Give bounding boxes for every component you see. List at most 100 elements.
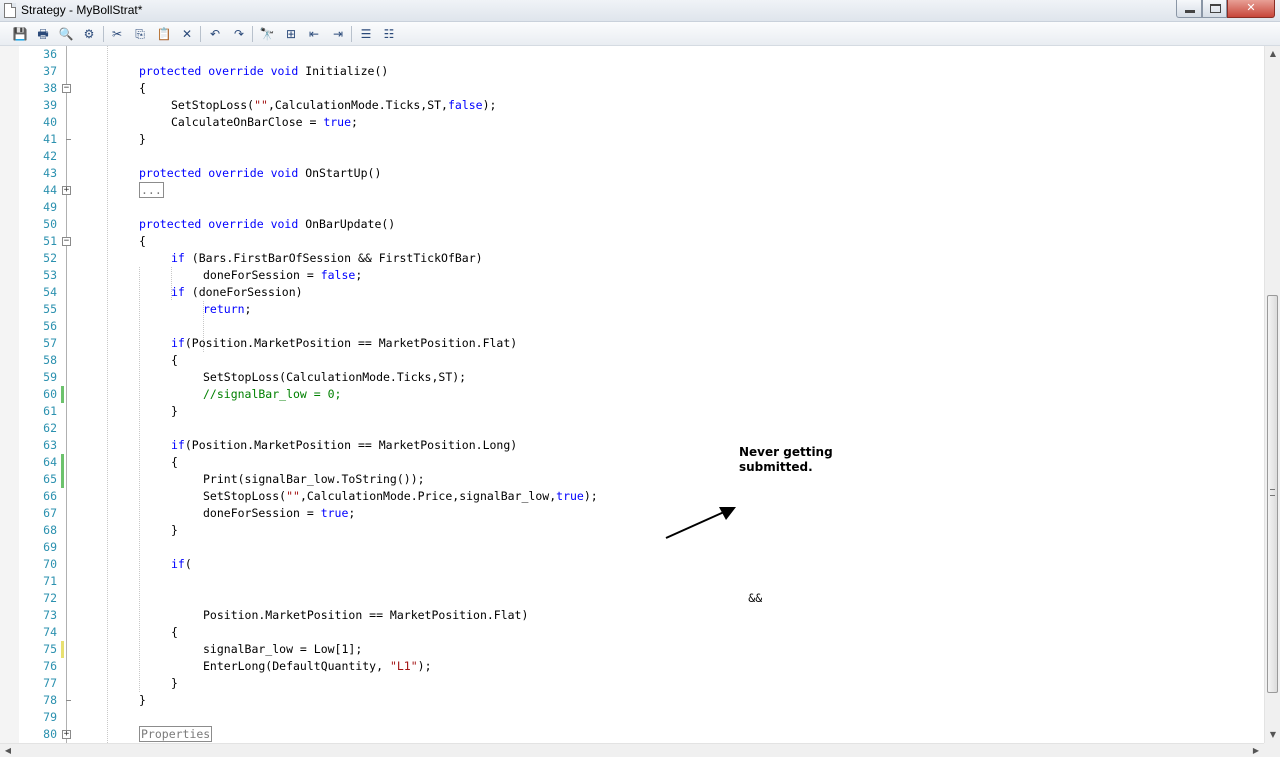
print-icon[interactable]: 🖶: [35, 26, 51, 42]
collapsed-region[interactable]: ...: [139, 182, 164, 198]
scroll-right-icon[interactable]: ▶: [1248, 744, 1264, 757]
code-line[interactable]: 62: [0, 420, 1264, 437]
code-token: if: [171, 251, 185, 265]
code-line[interactable]: 44 +...: [0, 182, 1264, 199]
paste-icon[interactable]: 📋: [156, 26, 172, 42]
code-line[interactable]: 77}: [0, 675, 1264, 692]
code-line[interactable]: 79: [0, 709, 1264, 726]
redo-icon[interactable]: ↷: [231, 26, 247, 42]
print-preview-icon[interactable]: 🔍: [58, 26, 74, 42]
code-line[interactable]: 70 if(: [0, 556, 1264, 573]
code-text: Properties: [139, 726, 213, 743]
code-line[interactable]: 75 signalBar_low = Low[1];: [0, 641, 1264, 658]
cut-icon[interactable]: ✂: [109, 26, 125, 42]
scroll-down-icon[interactable]: ▼: [1265, 727, 1280, 743]
code-line[interactable]: 41}: [0, 131, 1264, 148]
code-line[interactable]: 74 {: [0, 624, 1264, 641]
code-token: ;: [244, 302, 252, 316]
collapse-icon[interactable]: −: [62, 237, 71, 246]
line-number: 74: [43, 625, 57, 639]
code-line[interactable]: 40 CalculateOnBarClose = true;: [0, 114, 1264, 131]
code-line[interactable]: 65 Print(signalBar_low.ToString());: [0, 471, 1264, 488]
collapsed-region[interactable]: Properties: [139, 726, 213, 742]
code-line[interactable]: 76 EnterLong(DefaultQuantity, "L1");: [0, 658, 1264, 675]
code-token: Position.MarketPosition == MarketPositio…: [203, 608, 529, 622]
code-text: //signalBar_low = 0;: [203, 386, 341, 403]
code-line[interactable]: 39 SetStopLoss("",CalculationMode.Ticks,S…: [0, 97, 1264, 114]
code-line[interactable]: 72 &&: [0, 590, 1264, 607]
expand-icon[interactable]: +: [62, 730, 71, 739]
code-line[interactable]: 59 SetStopLoss(CalculationMode.Ticks,ST);: [0, 369, 1264, 386]
code-line[interactable]: 37 protected override void Initialize(): [0, 63, 1264, 80]
code-editor[interactable]: 36 37 protected override void Initialize()…: [0, 46, 1264, 743]
code-text: protected override void OnBarUpdate(): [139, 216, 395, 233]
code-line[interactable]: 63 if(Position.MarketPosition == MarketPo…: [0, 437, 1264, 454]
code-line[interactable]: 52 if (Bars.FirstBarOfSession && FirstTic…: [0, 250, 1264, 267]
line-number: 71: [43, 574, 57, 588]
scroll-up-icon[interactable]: ▲: [1265, 46, 1280, 62]
toolbar-separator: [351, 26, 352, 42]
find-replace-icon[interactable]: ⊞: [283, 26, 299, 42]
code-line[interactable]: 42: [0, 148, 1264, 165]
comment-icon[interactable]: ☰: [358, 26, 374, 42]
code-line[interactable]: 50 protected override void OnBarUpdate(): [0, 216, 1264, 233]
minimize-button[interactable]: [1176, 0, 1202, 18]
code-line[interactable]: 69: [0, 539, 1264, 556]
code-line[interactable]: 57 if(Position.MarketPosition == MarketPo…: [0, 335, 1264, 352]
find-icon[interactable]: 🔭: [259, 26, 275, 42]
code-token: &&: [139, 591, 763, 605]
code-line[interactable]: 55 return;: [0, 301, 1264, 318]
code-line[interactable]: 67 doneForSession = true;: [0, 505, 1264, 522]
vertical-scrollbar[interactable]: ▲ ▼: [1264, 46, 1280, 743]
code-line[interactable]: 78}: [0, 692, 1264, 709]
outdent-icon[interactable]: ⇤: [306, 26, 322, 42]
line-number: 76: [43, 659, 57, 673]
vertical-scroll-thumb[interactable]: [1267, 295, 1278, 693]
code-line[interactable]: 54 if (doneForSession): [0, 284, 1264, 301]
code-line[interactable]: 64 {: [0, 454, 1264, 471]
code-text: if (Bars.FirstBarOfSession && FirstTickO…: [171, 250, 483, 267]
copy-icon[interactable]: ⎘: [132, 26, 148, 42]
code-line[interactable]: 58 {: [0, 352, 1264, 369]
code-line[interactable]: 38− {: [0, 80, 1264, 97]
maximize-button[interactable]: [1202, 0, 1227, 18]
code-token: void: [270, 166, 299, 180]
code-line[interactable]: 68}: [0, 522, 1264, 539]
code-line[interactable]: 56: [0, 318, 1264, 335]
code-line[interactable]: 60 //signalBar_low = 0;: [0, 386, 1264, 403]
page-setup-icon[interactable]: ⚙: [81, 26, 97, 42]
code-token: }: [171, 523, 178, 537]
code-line[interactable]: 49: [0, 199, 1264, 216]
uncomment-icon[interactable]: ☷: [381, 26, 397, 42]
scroll-left-icon[interactable]: ◀: [0, 744, 16, 757]
undo-icon[interactable]: ↶: [207, 26, 223, 42]
indent-icon[interactable]: ⇥: [330, 26, 346, 42]
code-token: SetStopLoss(: [203, 489, 287, 503]
code-line[interactable]: 43 protected override void OnStartUp(): [0, 165, 1264, 182]
code-line[interactable]: 61}: [0, 403, 1264, 420]
close-button[interactable]: ✕: [1227, 0, 1275, 18]
code-line[interactable]: 66 SetStopLoss("",CalculationMode.Price,s…: [0, 488, 1264, 505]
expand-icon[interactable]: +: [62, 186, 71, 195]
code-line[interactable]: 36: [0, 46, 1264, 63]
code-text: if(Position.MarketPosition == MarketPosi…: [171, 335, 517, 352]
code-text: if(Position.MarketPosition == MarketPosi…: [171, 437, 517, 454]
annotation-note: Never getting submitted.: [739, 445, 849, 475]
code-line[interactable]: 71: [0, 573, 1264, 590]
horizontal-scrollbar[interactable]: ◀ ▶: [0, 743, 1264, 757]
save-icon[interactable]: 💾: [12, 26, 28, 42]
delete-icon[interactable]: ✕: [179, 26, 195, 42]
line-number: 42: [43, 149, 57, 163]
line-number: 38: [43, 81, 57, 95]
code-token: true: [323, 115, 352, 129]
code-line[interactable]: 73 Position.MarketPosition == MarketPosit…: [0, 607, 1264, 624]
code-line[interactable]: 80 + Properties: [0, 726, 1264, 743]
line-number: 50: [43, 217, 57, 231]
scrollbar-corner: [1264, 743, 1280, 757]
code-line[interactable]: 53 doneForSession = false;: [0, 267, 1264, 284]
line-number: 61: [43, 404, 57, 418]
code-line[interactable]: 51− {: [0, 233, 1264, 250]
line-number: 66: [43, 489, 57, 503]
code-token: {: [171, 455, 178, 469]
collapse-icon[interactable]: −: [62, 84, 71, 93]
